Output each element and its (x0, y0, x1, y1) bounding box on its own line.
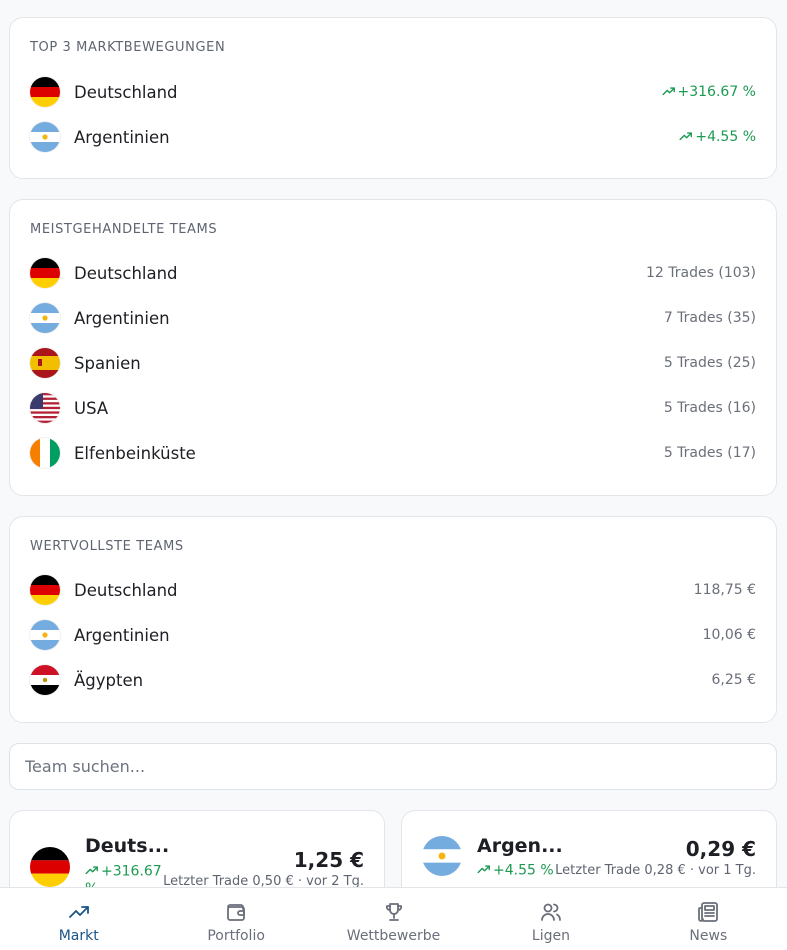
team-name: Deutschland (74, 82, 178, 102)
most-valuable-title: WERTVOLLSTE TEAMS (30, 539, 184, 554)
list-item[interactable]: Spanien 5 Trades (25) (30, 346, 756, 380)
team-card-price: 0,29 € (685, 837, 756, 861)
trending-up-icon (68, 906, 89, 918)
list-item[interactable]: Deutschland 118,75 € (30, 573, 756, 607)
trending-up-icon (85, 863, 99, 880)
trade-count: 5 Trades (16) (663, 400, 756, 416)
nav-label: Wettbewerbe (346, 928, 441, 944)
team-value: 10,06 € (702, 627, 756, 643)
trade-count: 5 Trades (25) (663, 355, 756, 371)
search-box (9, 743, 777, 790)
team-name: Deutschland (74, 580, 178, 600)
most-traded-title: MEISTGEHANDELTE TEAMS (30, 222, 218, 237)
top3-title: TOP 3 MARKTBEWEGUNGEN (30, 40, 226, 55)
wallet-icon (227, 904, 246, 921)
trophy-icon (385, 903, 402, 921)
flag-ar-icon (422, 836, 462, 876)
flag-ci-icon (30, 438, 60, 468)
nav-label: Markt (58, 928, 99, 944)
team-name: Elfenbeinküste (74, 443, 196, 463)
most-valuable-card: WERTVOLLSTE TEAMS Deutschland 118,75 € A… (9, 516, 777, 723)
list-item[interactable]: Deutschland +316.67 % (30, 75, 756, 109)
flag-es-icon (30, 348, 60, 378)
trade-count: 7 Trades (35) (663, 310, 756, 326)
team-value: 6,25 € (711, 672, 756, 688)
team-name: Spanien (74, 353, 141, 373)
change-value: +4.55 % (679, 129, 756, 145)
trade-count: 5 Trades (17) (663, 445, 756, 461)
flag-de-icon (30, 847, 70, 887)
top3-card: TOP 3 MARKTBEWEGUNGEN Deutschland +316.6… (9, 17, 777, 179)
flag-ar-icon (30, 303, 60, 333)
newspaper-icon (698, 902, 719, 922)
flag-de-icon (30, 77, 60, 107)
flag-de-icon (30, 575, 60, 605)
list-item[interactable]: USA 5 Trades (16) (30, 391, 756, 425)
team-value: 118,75 € (693, 582, 756, 598)
team-name: Deutschland (74, 263, 178, 283)
trending-up-icon (477, 862, 491, 879)
users-icon (541, 903, 561, 921)
team-name: Ägypten (74, 670, 144, 690)
flag-eg-icon (30, 665, 60, 695)
trending-up-icon (679, 129, 693, 145)
nav-label: News (689, 928, 728, 944)
bottom-nav: Markt Portfolio Wettbewerbe Ligen News (0, 887, 787, 950)
list-item[interactable]: Argentinien 7 Trades (35) (30, 301, 756, 335)
nav-item-markt[interactable]: Markt (0, 888, 157, 950)
nav-label: Ligen (531, 928, 570, 944)
nav-item-portfolio[interactable]: Portfolio (157, 888, 314, 950)
team-name: Argentinien (74, 308, 170, 328)
list-item[interactable]: Argentinien +4.55 % (30, 120, 756, 154)
most-traded-card: MEISTGEHANDELTE TEAMS Deutschland 12 Tra… (9, 199, 777, 496)
team-name: Argentinien (74, 127, 170, 147)
flag-ar-icon (30, 122, 60, 152)
nav-item-news[interactable]: News (630, 888, 787, 950)
nav-item-wettbewerbe[interactable]: Wettbewerbe (315, 888, 472, 950)
search-input[interactable] (10, 744, 776, 789)
team-name: USA (74, 398, 109, 418)
change-value: +316.67 % (661, 84, 756, 100)
list-item[interactable]: Deutschland 12 Trades (103) (30, 256, 756, 290)
nav-item-ligen[interactable]: Ligen (472, 888, 629, 950)
flag-us-icon (30, 393, 60, 423)
team-name: Argentinien (74, 625, 170, 645)
list-item[interactable]: Argentinien 10,06 € (30, 618, 756, 652)
team-card-name: Deuts... (85, 835, 170, 857)
team-card-last-trade: Letzter Trade 0,28 € · vor 1 Tg. (555, 863, 756, 878)
list-item[interactable]: Elfenbeinküste 5 Trades (17) (30, 436, 756, 470)
list-item[interactable]: Ägypten 6,25 € (30, 663, 756, 697)
team-card-name: Argen... (477, 835, 563, 857)
trending-up-icon (661, 84, 676, 100)
flag-de-icon (30, 258, 60, 288)
team-card-change: +4.55 % (477, 862, 554, 880)
team-card-price: 1,25 € (293, 848, 364, 872)
flag-ar-icon (30, 620, 60, 650)
nav-label: Portfolio (207, 928, 265, 944)
trade-count: 12 Trades (103) (646, 265, 756, 281)
